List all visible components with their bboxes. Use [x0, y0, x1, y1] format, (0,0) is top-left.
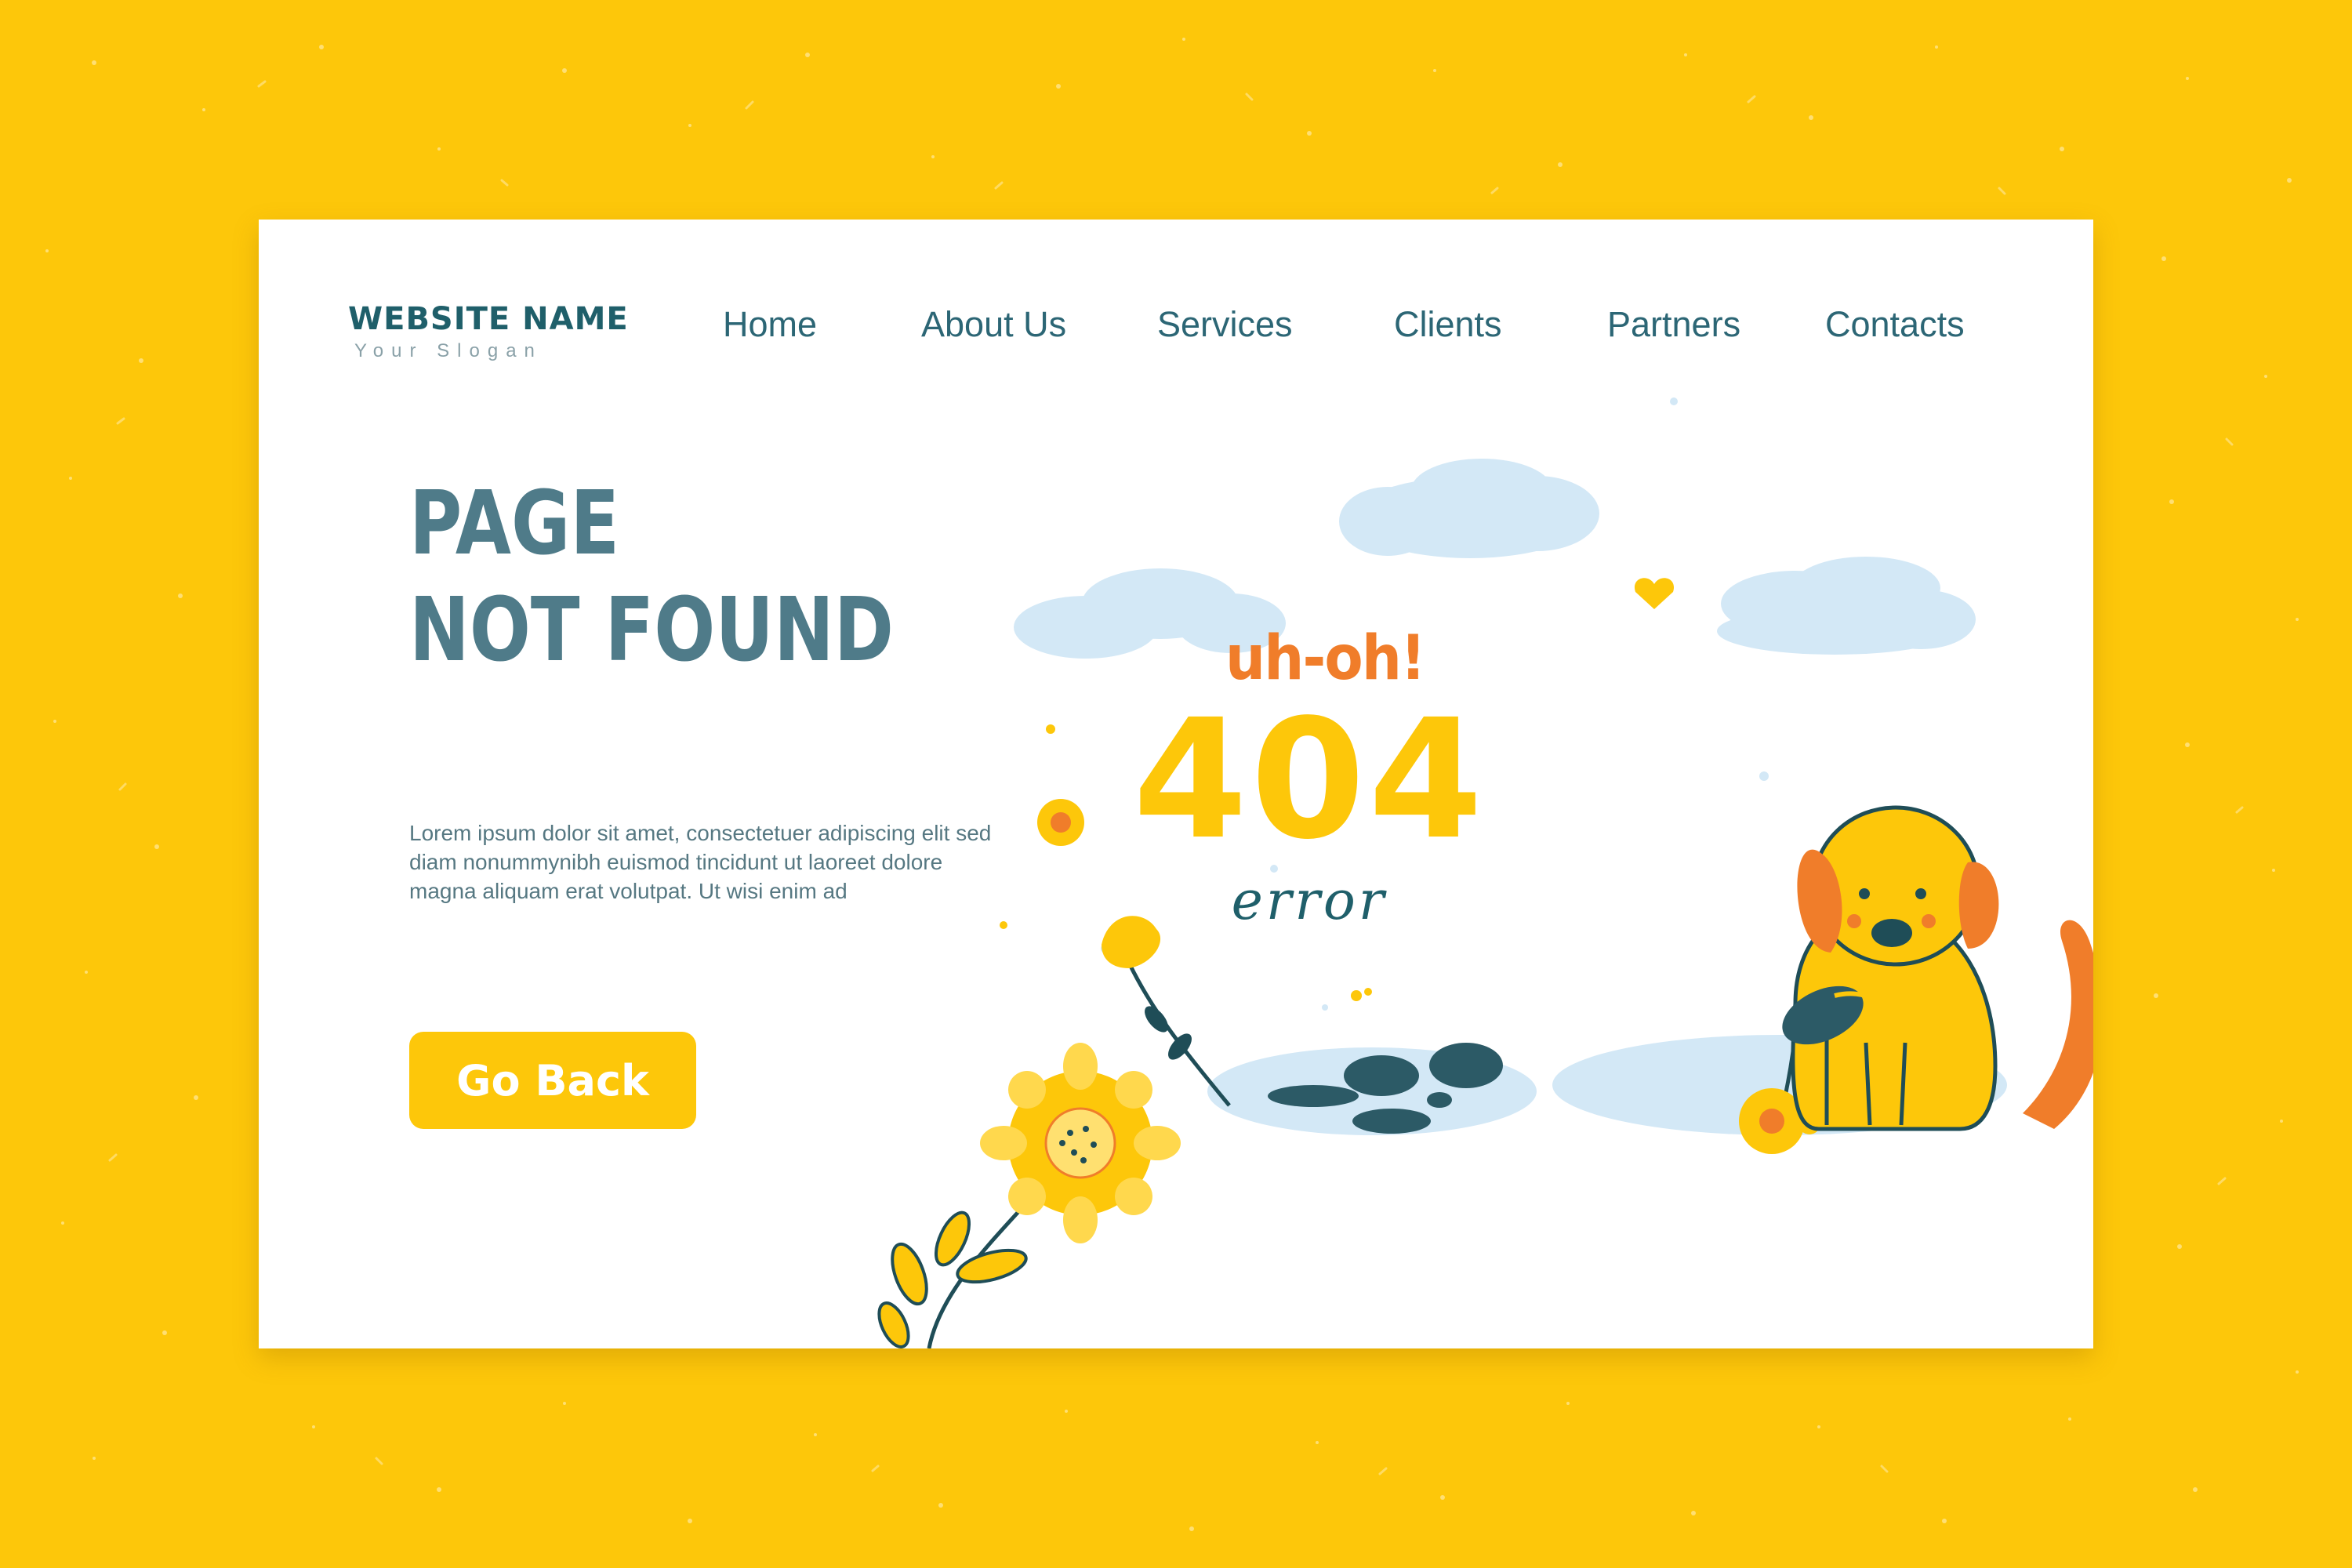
- nav-item-services[interactable]: Services: [1157, 304, 1293, 345]
- description-text: Lorem ipsum dolor sit amet, consectetuer…: [409, 821, 992, 903]
- go-back-button[interactable]: Go Back: [409, 1032, 696, 1129]
- puddle-stones-icon: [1268, 1043, 1503, 1134]
- nav-item-clients[interactable]: Clients: [1394, 304, 1502, 345]
- heart-icon: [1634, 578, 1675, 609]
- nav-item-about-us[interactable]: About Us: [921, 304, 1066, 345]
- error-code: 404: [1133, 684, 1486, 876]
- small-sunflower-icon: [1739, 995, 1820, 1154]
- error-word: error: [1231, 870, 1388, 932]
- main-nav: Home About Us Services Clients Partners …: [259, 304, 2093, 351]
- tulip-icon: [1102, 916, 1231, 1107]
- nav-item-partners[interactable]: Partners: [1607, 304, 1740, 345]
- page-title-line-2: NOT FOUND: [409, 579, 895, 681]
- nav-item-contacts[interactable]: Contacts: [1825, 304, 1965, 345]
- daisy-icon: [1037, 799, 1084, 846]
- page-card: WEBSITE NAME Your Slogan Home About Us S…: [259, 220, 2093, 1348]
- page-title-line-1: PAGE: [409, 473, 620, 575]
- sunflower-icon: [877, 1043, 1181, 1348]
- page-title: PAGE NOT FOUND: [409, 470, 894, 684]
- nav-item-home[interactable]: Home: [723, 304, 817, 345]
- dog-icon: [1782, 805, 2093, 1131]
